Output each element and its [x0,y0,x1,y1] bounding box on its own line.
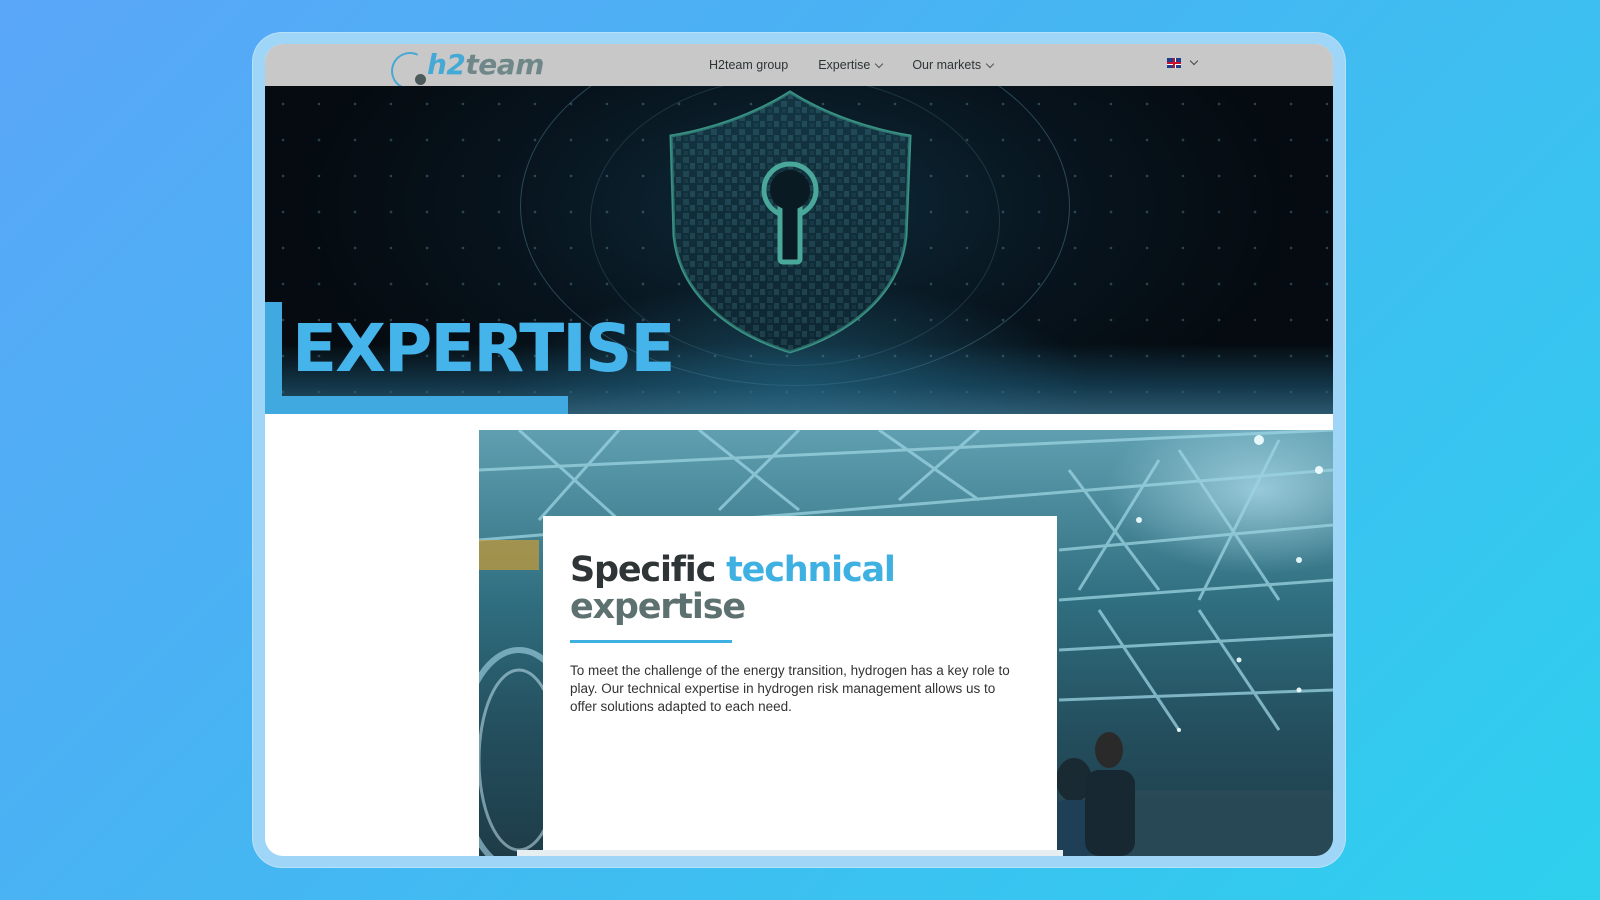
hero-banner: EXPERTISE [265,86,1333,414]
shield-keyhole-icon [669,90,912,354]
h2team-logo[interactable]: h2team [385,46,544,96]
section-body-text: To meet the challenge of the energy tran… [570,663,1010,714]
chevron-down-icon [875,59,884,68]
heading-underline [570,640,732,643]
logo-text: h2team [427,48,544,81]
chevron-down-icon [985,59,995,68]
nav-item-h2team-group[interactable]: H2team group [709,58,788,72]
main-navigation: H2team group Expertise Our markets [709,44,995,86]
nav-item-label: Our markets [912,58,982,72]
nav-item-expertise[interactable]: Expertise [818,58,884,72]
nav-item-label: H2team group [709,58,789,72]
site-header: h2team H2team group Expertise Our market… [265,44,1333,96]
nav-item-label: Expertise [818,58,871,72]
chevron-down-icon [1189,56,1199,66]
hero-accent-underline [265,396,568,414]
heading-technical: technical [726,550,896,590]
page-title: EXPERTISE [292,310,675,387]
nav-item-our-markets[interactable]: Our markets [912,58,995,72]
heading-expertise: expertise [570,587,746,627]
logo-dot-icon [415,74,426,85]
browser-viewport: h2team H2team group Expertise Our market… [265,44,1333,856]
section-heading: Specific technical expertise [570,552,990,626]
content-card: Specific technical expertise To meet the… [543,516,1057,856]
card-bottom-edge [517,850,1063,856]
heading-specific: Specific [570,550,716,590]
uk-flag-icon [1167,58,1181,68]
language-selector[interactable] [1167,56,1199,68]
